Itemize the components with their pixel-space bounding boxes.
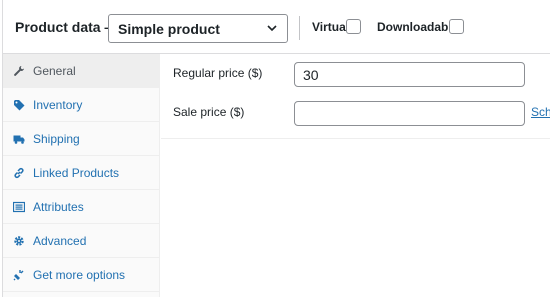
- sale-price-input[interactable]: [294, 101, 525, 126]
- chevron-down-icon: [267, 25, 277, 32]
- tab-get-more-options[interactable]: Get more options: [3, 258, 160, 292]
- tag-icon: [13, 99, 25, 111]
- general-panel: Regular price ($) Sale price ($) Schedul…: [161, 54, 550, 139]
- tab-attributes[interactable]: Attributes: [3, 190, 160, 224]
- tab-label: Get more options: [33, 267, 126, 282]
- gear-icon: [13, 235, 25, 247]
- link-icon: [13, 167, 25, 179]
- truck-icon: [13, 133, 25, 145]
- tab-label: Inventory: [33, 97, 83, 112]
- regular-price-label: Regular price ($): [173, 66, 263, 80]
- downloadable-checkbox[interactable]: [449, 19, 464, 34]
- tab-label: Shipping: [33, 131, 80, 146]
- product-data-tabs: General Inventory Shipping Linked Produc…: [3, 54, 160, 297]
- regular-price-input[interactable]: [294, 62, 525, 87]
- schedule-link[interactable]: Schedule: [531, 105, 550, 119]
- product-data-panel: Product data — Simple product Virtual: D…: [2, 0, 550, 297]
- list-icon: [13, 201, 25, 213]
- tab-shipping[interactable]: Shipping: [3, 122, 160, 156]
- sale-price-label: Sale price ($): [173, 105, 245, 119]
- tab-advanced[interactable]: Advanced: [3, 224, 160, 258]
- product-data-title: Product data —: [15, 19, 119, 35]
- wrench-icon: [13, 65, 25, 77]
- tab-label: Linked Products: [33, 165, 120, 180]
- product-type-select[interactable]: Simple product: [108, 14, 288, 43]
- product-data-header: Product data — Simple product Virtual: D…: [3, 0, 550, 54]
- virtual-checkbox[interactable]: [346, 19, 361, 34]
- tab-inventory[interactable]: Inventory: [3, 88, 160, 122]
- product-type-value: Simple product: [118, 21, 220, 37]
- tab-linked-products[interactable]: Linked Products: [3, 156, 160, 190]
- tab-label: Advanced: [33, 233, 87, 248]
- tab-label: Attributes: [33, 199, 84, 214]
- plugin-icon: [13, 269, 25, 281]
- header-divider: [299, 16, 300, 40]
- tab-label: General: [33, 63, 76, 78]
- tab-general[interactable]: General: [3, 54, 160, 88]
